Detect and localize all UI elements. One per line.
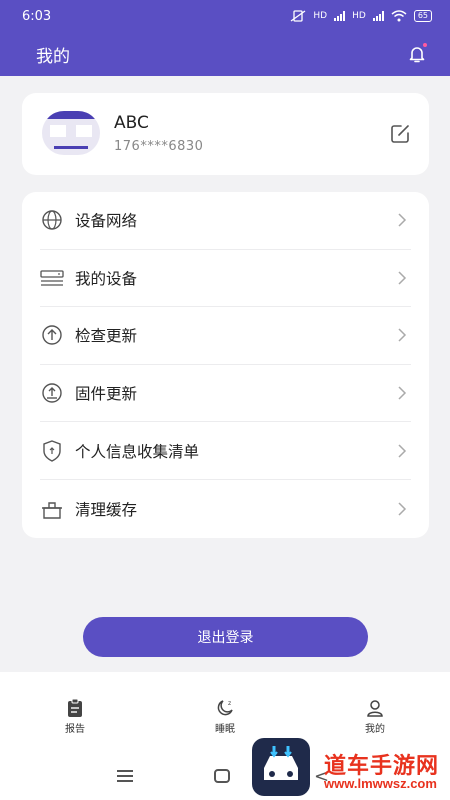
page-title: 我的 xyxy=(36,46,70,67)
vibrate-off-icon xyxy=(291,10,306,22)
logout-button[interactable]: 退出登录 xyxy=(83,617,368,657)
tab-label: 睡眠 xyxy=(215,724,235,735)
globe-icon xyxy=(40,208,64,232)
avatar[interactable] xyxy=(42,111,100,155)
menu-item-check-update[interactable]: 检查更新 xyxy=(40,307,411,365)
signal-icon-2 xyxy=(372,11,384,21)
menu-item-firmware-update[interactable]: 固件更新 xyxy=(40,365,411,423)
bottom-tab-bar: 报告 z 睡眠 我的 xyxy=(0,672,450,742)
menu-icon[interactable] xyxy=(117,770,133,782)
device-icon xyxy=(40,266,64,290)
bell-icon[interactable] xyxy=(406,43,428,65)
upload-circle-icon xyxy=(40,323,64,347)
tab-label: 报告 xyxy=(65,724,85,735)
menu-label: 我的设备 xyxy=(75,269,138,288)
tab-mine[interactable]: 我的 xyxy=(300,672,450,742)
tab-label: 我的 xyxy=(365,724,385,735)
svg-text:z: z xyxy=(228,700,231,707)
battery-icon: 65 xyxy=(413,10,432,22)
chevron-right-icon xyxy=(398,213,407,227)
edit-icon[interactable] xyxy=(389,123,411,145)
menu-item-personal-info-list[interactable]: 个人信息收集清单 xyxy=(40,422,411,480)
menu-item-my-device[interactable]: 我的设备 xyxy=(40,250,411,308)
network-label-2: HD xyxy=(352,11,366,21)
moon-icon: z xyxy=(217,700,233,716)
tab-sleep[interactable]: z 睡眠 xyxy=(150,672,300,742)
menu-label: 固件更新 xyxy=(75,385,138,404)
status-bar: 6:03 HD HD 65 xyxy=(0,0,450,32)
home-button[interactable] xyxy=(214,769,230,783)
signal-icon xyxy=(334,11,346,21)
chevron-right-icon xyxy=(398,271,407,285)
chevron-right-icon xyxy=(398,386,407,400)
chevron-right-icon xyxy=(398,502,407,516)
phone-number: 176****6830 xyxy=(114,139,204,154)
menu-item-clear-cache[interactable]: 清理缓存 xyxy=(40,480,411,538)
watermark-logo xyxy=(252,738,310,796)
menu-label: 设备网络 xyxy=(75,212,138,231)
shield-icon xyxy=(40,439,64,463)
broom-icon xyxy=(40,497,64,521)
status-icons: HD HD 65 xyxy=(290,10,432,22)
chevron-right-icon xyxy=(398,328,407,343)
settings-menu: 设备网络 我的设备 检查更新 固件更新 个人信息收集清单 清理缓存 xyxy=(22,192,429,538)
chevron-right-icon xyxy=(398,444,407,458)
watermark: 道车手游网 www.lmwwsz.com xyxy=(250,738,450,800)
status-time: 6:03 xyxy=(22,8,52,24)
watermark-url: www.lmwwsz.com xyxy=(324,776,437,791)
profile-card[interactable]: ABC 176****6830 xyxy=(22,93,429,175)
wifi-icon xyxy=(391,10,407,22)
username: ABC xyxy=(114,113,149,133)
menu-label: 检查更新 xyxy=(75,327,138,346)
menu-item-device-network[interactable]: 设备网络 xyxy=(40,192,411,250)
person-icon xyxy=(367,700,383,717)
clipboard-icon xyxy=(68,698,82,717)
firmware-icon xyxy=(40,381,64,405)
menu-label: 个人信息收集清单 xyxy=(75,442,200,461)
network-label-1: HD xyxy=(313,11,328,21)
app-header: 我的 xyxy=(0,32,450,76)
menu-label: 清理缓存 xyxy=(75,500,138,519)
tab-report[interactable]: 报告 xyxy=(0,672,150,742)
notification-dot xyxy=(423,43,427,47)
